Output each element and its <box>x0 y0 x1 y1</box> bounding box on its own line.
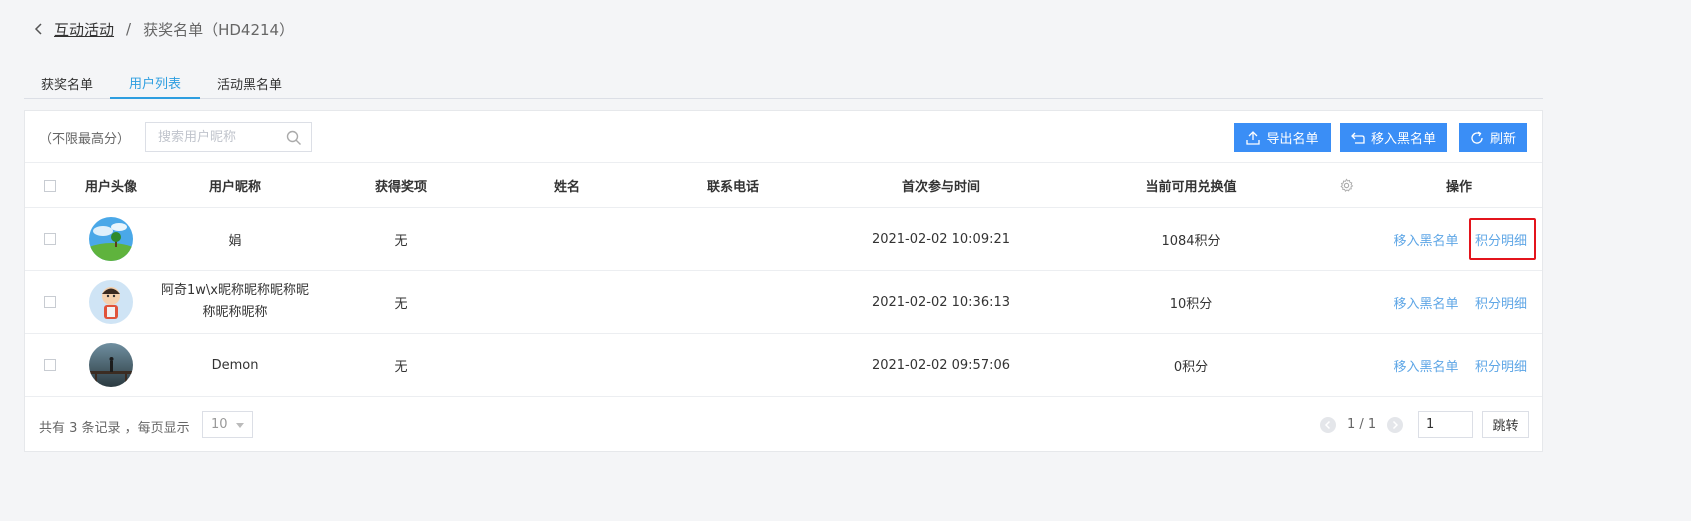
toolbar: （不限最高分） 导出名单 移入黑名单 刷新 <box>25 111 1542 163</box>
points-cell: 0积分 <box>1173 359 1209 375</box>
row-checkbox[interactable] <box>44 233 56 245</box>
jump-button[interactable]: 跳转 <box>1482 411 1529 438</box>
name-cell <box>507 208 627 270</box>
first-time-cell: 2021-02-02 10:36:13 <box>871 294 1011 310</box>
breadcrumb-current: 获奖名单（HD4214） <box>143 20 295 39</box>
page-size-value: 10 <box>211 417 228 432</box>
row-blacklist-link[interactable]: 移入黑名单 <box>1389 334 1463 396</box>
points-cell: 1084积分 <box>1161 233 1221 249</box>
header-phone: 联系电话 <box>706 180 759 195</box>
return-arrow-icon <box>1351 132 1365 144</box>
select-all-cell <box>43 164 57 207</box>
phone-cell <box>673 334 793 396</box>
record-summary: 共有 3 条记录 ，每页显示 <box>39 421 190 436</box>
move-to-blacklist-label: 移入黑名单 <box>1370 132 1436 147</box>
points-detail-link-text[interactable]: 积分明细 <box>1475 293 1527 312</box>
page-info: 1 / 1 <box>1347 417 1377 432</box>
name-cell <box>507 271 627 333</box>
header-actions: 操作 <box>1445 180 1472 195</box>
phone-cell <box>673 271 793 333</box>
prize-cell: 无 <box>394 359 408 375</box>
export-list-button[interactable]: 导出名单 <box>1234 123 1331 152</box>
pagination-footer: 共有 3 条记录 ，每页显示 10 1 / 1 跳转 <box>25 397 1542 453</box>
header-name: 姓名 <box>553 180 580 195</box>
row-blacklist-link[interactable]: 移入黑名单 <box>1389 208 1463 270</box>
search-input[interactable] <box>146 123 276 151</box>
avatar <box>89 217 133 261</box>
avatar-cell <box>73 208 149 270</box>
user-list-card: （不限最高分） 导出名单 移入黑名单 刷新 用户头像 用户昵称 获得奖项 姓名 … <box>24 110 1543 452</box>
prize-cell: 无 <box>394 296 408 312</box>
first-time-cell: 2021-02-02 10:09:21 <box>871 231 1011 247</box>
score-filter-label: （不限最高分） <box>39 132 131 147</box>
avatar-cell <box>73 271 149 333</box>
select-all-checkbox[interactable] <box>44 179 56 192</box>
blacklist-link-text[interactable]: 移入黑名单 <box>1393 230 1458 249</box>
tab-winners[interactable]: 获奖名单 <box>24 67 110 99</box>
refresh-icon <box>1471 130 1483 144</box>
header-prize: 获得奖项 <box>374 180 427 195</box>
highlight-box <box>1469 218 1536 260</box>
row-blacklist-link[interactable]: 移入黑名单 <box>1389 271 1463 333</box>
points-detail-link-text[interactable]: 积分明细 <box>1475 356 1527 375</box>
breadcrumb-separator: / <box>126 20 132 38</box>
points-cell: 10积分 <box>1169 296 1213 312</box>
row-points-detail-link[interactable]: 积分明细 <box>1471 271 1531 333</box>
next-page-icon[interactable] <box>1387 417 1403 433</box>
tab-user-list[interactable]: 用户列表 <box>110 67 201 99</box>
search-icon[interactable] <box>286 130 302 146</box>
row-points-detail-link[interactable]: 积分明细 <box>1471 334 1531 396</box>
row-checkbox-cell <box>43 208 57 270</box>
blacklist-link-text[interactable]: 移入黑名单 <box>1393 293 1458 312</box>
page-size-select[interactable]: 10 <box>202 411 253 438</box>
table-row: 阿奇1w\x昵称昵称昵称昵称昵称昵称 无 2021-02-02 10:36:13… <box>25 271 1542 334</box>
column-settings-icon[interactable] <box>1337 164 1355 207</box>
avatar-cell <box>73 334 149 396</box>
chevron-left-icon[interactable] <box>34 22 44 36</box>
page-number-input[interactable] <box>1418 411 1473 438</box>
first-time-cell: 2021-02-02 09:57:06 <box>871 357 1011 373</box>
tab-bar: 获奖名单 用户列表 活动黑名单 <box>24 67 1543 99</box>
move-to-blacklist-button[interactable]: 移入黑名单 <box>1340 123 1447 152</box>
header-avatar: 用户头像 <box>84 180 137 195</box>
avatar <box>89 343 133 387</box>
header-points: 当前可用兑换值 <box>1145 180 1237 195</box>
blacklist-link-text[interactable]: 移入黑名单 <box>1393 356 1458 375</box>
caret-down-icon <box>236 423 244 428</box>
breadcrumb: 互动活动 / 获奖名单（HD4214） <box>34 18 294 40</box>
table-row: 娟 无 2021-02-02 10:09:21 1084积分 移入黑名单 积分明… <box>25 208 1542 271</box>
refresh-label: 刷新 <box>1489 132 1516 147</box>
export-list-label: 导出名单 <box>1266 132 1319 147</box>
nickname-cell: Demon <box>211 357 259 373</box>
header-nickname: 用户昵称 <box>208 180 261 195</box>
table-row: Demon 无 2021-02-02 09:57:06 0积分 移入黑名单 积分… <box>25 334 1542 397</box>
breadcrumb-parent-link[interactable]: 互动活动 <box>54 19 114 40</box>
prev-page-icon[interactable] <box>1320 417 1336 433</box>
row-checkbox[interactable] <box>44 359 56 371</box>
prize-cell: 无 <box>394 233 408 249</box>
search-box <box>145 122 312 152</box>
tab-blacklist[interactable]: 活动黑名单 <box>200 67 299 99</box>
row-checkbox[interactable] <box>44 296 56 308</box>
name-cell <box>507 334 627 396</box>
phone-cell <box>673 208 793 270</box>
nickname-cell: 阿奇1w\x昵称昵称昵称昵称昵称昵称 <box>161 283 309 320</box>
upload-icon <box>1246 130 1261 145</box>
avatar <box>89 280 133 324</box>
refresh-button[interactable]: 刷新 <box>1459 123 1527 152</box>
table-header: 用户头像 用户昵称 获得奖项 姓名 联系电话 首次参与时间 当前可用兑换值 操作 <box>25 164 1542 208</box>
nickname-cell: 娟 <box>228 233 242 249</box>
row-checkbox-cell <box>43 334 57 396</box>
header-first-time: 首次参与时间 <box>901 180 980 195</box>
row-checkbox-cell <box>43 271 57 333</box>
